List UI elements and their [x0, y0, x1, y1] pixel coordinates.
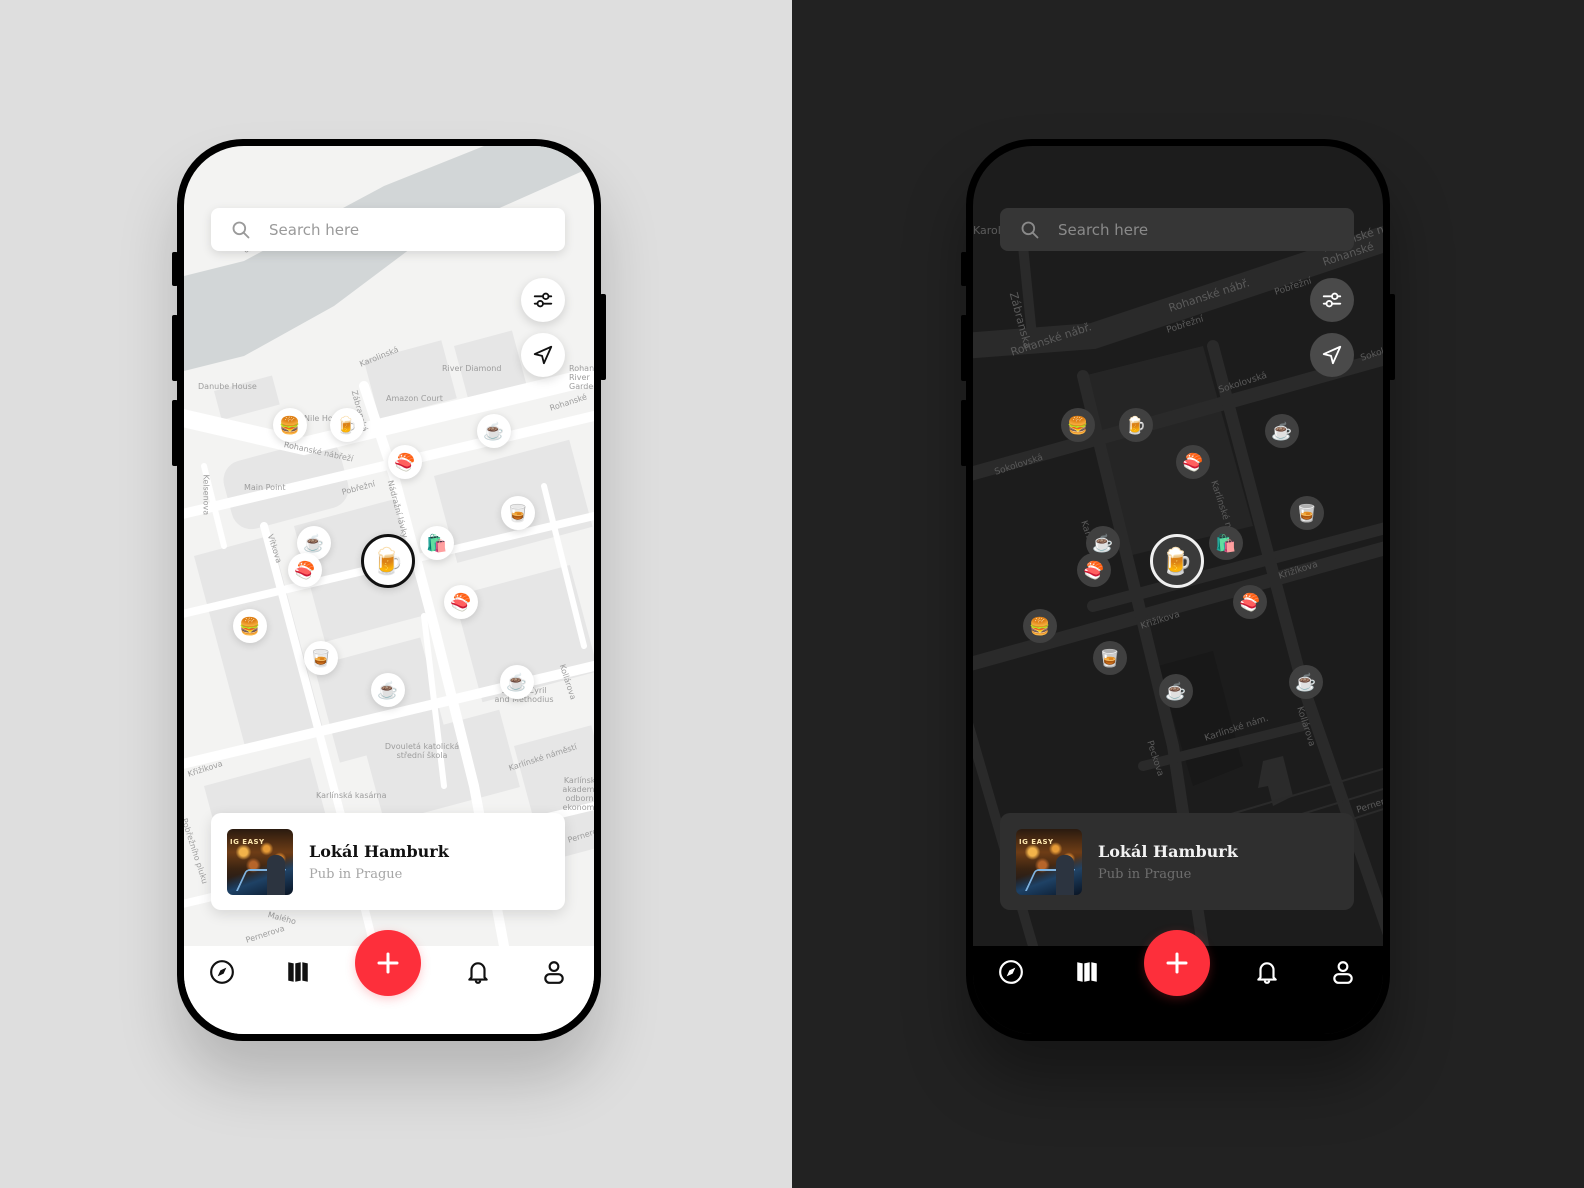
mute-switch	[172, 252, 178, 286]
map-label: Karlínská akademie odborná ekonomie	[562, 776, 594, 812]
place-subtitle: Pub in Prague	[309, 866, 403, 882]
place-subtitle: Pub in Prague	[1098, 866, 1192, 882]
compass-icon	[999, 960, 1023, 984]
volume-down-button	[172, 400, 178, 466]
thumbnail-person	[1056, 854, 1074, 895]
tab-notifications[interactable]	[1253, 958, 1281, 986]
map-pin-beer[interactable]: 🍺	[1119, 408, 1153, 442]
map-pin-selected-beer[interactable]: 🍺	[1150, 534, 1204, 588]
map-pin-sushi[interactable]: 🍣	[1077, 553, 1111, 587]
place-thumbnail: IG EASY	[227, 828, 293, 895]
compass-icon	[210, 960, 234, 984]
search-icon	[232, 221, 250, 238]
search-icon	[1021, 221, 1039, 238]
bell-icon	[468, 962, 488, 984]
map-pin-burger[interactable]: 🍔	[273, 408, 307, 442]
map-pin-beer[interactable]: 🍺	[330, 408, 364, 442]
add-button[interactable]	[355, 930, 421, 996]
map-pin-burger[interactable]: 🍔	[1061, 408, 1095, 442]
user-icon	[1333, 961, 1353, 984]
power-button	[1389, 294, 1395, 380]
plus-icon	[377, 952, 399, 974]
thumbnail-person	[267, 854, 285, 895]
phone-light-mode: ostrov Karolinská River Diamond Rohan – …	[172, 139, 606, 1041]
search-bar[interactable]	[1000, 208, 1354, 251]
map-pin-whisky[interactable]: 🥃	[304, 641, 338, 675]
phone-dark-mode: Karolinská Zábranská Rohanské nábř. Roha…	[961, 139, 1395, 1041]
place-card[interactable]: IG EASY Lokál Hamburk Pub in Prague	[211, 813, 565, 910]
place-card[interactable]: IG EASY Lokál Hamburk Pub in Prague	[1000, 813, 1354, 910]
power-button	[600, 294, 606, 380]
map-pin-coffee[interactable]: ☕	[477, 414, 511, 448]
bottom-tab-bar	[973, 930, 1383, 1034]
map-label: Main Point	[244, 483, 286, 492]
bottom-tab-bar	[184, 930, 594, 1034]
map-pin-burger[interactable]: 🍔	[233, 609, 267, 643]
map-pin-sushi[interactable]: 🍣	[1233, 585, 1267, 619]
my-location-button[interactable]	[1310, 333, 1354, 377]
tab-notifications[interactable]	[464, 958, 492, 986]
map-pin-coffee[interactable]: ☕	[1289, 665, 1323, 699]
map-pin-sushi[interactable]: 🍣	[388, 445, 422, 479]
app-screen: ostrov Karolinská River Diamond Rohan – …	[184, 146, 594, 1034]
tab-profile[interactable]	[540, 958, 568, 986]
place-title: Lokál Hamburk	[1098, 841, 1238, 861]
sliders-icon	[533, 292, 553, 308]
search-input[interactable]	[269, 220, 549, 239]
tab-map[interactable]	[1073, 958, 1101, 986]
sliders-icon	[1322, 292, 1342, 308]
map-pin-sushi[interactable]: 🍣	[444, 585, 478, 619]
tab-explore[interactable]	[208, 958, 236, 986]
search-input[interactable]	[1058, 220, 1338, 239]
place-thumbnail: IG EASY	[1016, 828, 1082, 895]
plus-icon	[1166, 952, 1188, 974]
app-screen: Karolinská Zábranská Rohanské nábř. Roha…	[973, 146, 1383, 1034]
tab-profile[interactable]	[1329, 958, 1357, 986]
map-building-blocks	[193, 330, 594, 883]
tab-explore[interactable]	[997, 958, 1025, 986]
map-label: Amazon Court	[386, 394, 443, 403]
filter-button[interactable]	[521, 278, 565, 322]
thumbnail-sign: IG EASY	[1019, 837, 1054, 846]
map-label: Dvouletá katolická střední škola	[384, 742, 460, 760]
add-button[interactable]	[1144, 930, 1210, 996]
map-pin-coffee[interactable]: ☕	[371, 673, 405, 707]
map-pin-burger[interactable]: 🍔	[1023, 609, 1057, 643]
user-icon	[544, 961, 564, 984]
map-icon	[1077, 962, 1097, 982]
map-pin-sushi[interactable]: 🍣	[288, 553, 322, 587]
mute-switch	[961, 252, 967, 286]
map-pin-whisky[interactable]: 🥃	[1093, 641, 1127, 675]
navigation-arrow-icon	[533, 345, 553, 365]
place-title: Lokál Hamburk	[309, 841, 449, 861]
map-label: Karlínská kasárna	[316, 791, 387, 800]
my-location-button[interactable]	[521, 333, 565, 377]
volume-up-button	[961, 315, 967, 381]
map-pin-whisky[interactable]: 🥃	[501, 496, 535, 530]
search-bar[interactable]	[211, 208, 565, 251]
map-pin-coffee[interactable]: ☕	[1265, 414, 1299, 448]
map-pin-shopping[interactable]: 🛍️	[1209, 526, 1243, 560]
bell-icon	[1257, 962, 1277, 984]
map-pin-whisky[interactable]: 🥃	[1290, 496, 1324, 530]
navigation-arrow-icon	[1322, 345, 1342, 365]
map-pin-selected-beer[interactable]: 🍺	[361, 534, 415, 588]
map-label: River Diamond	[442, 364, 502, 373]
thumbnail-sign: IG EASY	[230, 837, 265, 846]
map-pin-coffee[interactable]: ☕	[1159, 674, 1193, 708]
map-pin-sushi[interactable]: 🍣	[1176, 445, 1210, 479]
map-label: Danube House	[198, 382, 257, 391]
map-icon	[288, 962, 308, 982]
map-pin-shopping[interactable]: 🛍️	[420, 526, 454, 560]
tab-map[interactable]	[284, 958, 312, 986]
volume-down-button	[961, 400, 967, 466]
volume-up-button	[172, 315, 178, 381]
map-pin-coffee[interactable]: ☕	[500, 665, 534, 699]
map-label: Rohan – River Garden	[569, 364, 594, 391]
map-label: Kelsenova	[201, 474, 211, 516]
filter-button[interactable]	[1310, 278, 1354, 322]
